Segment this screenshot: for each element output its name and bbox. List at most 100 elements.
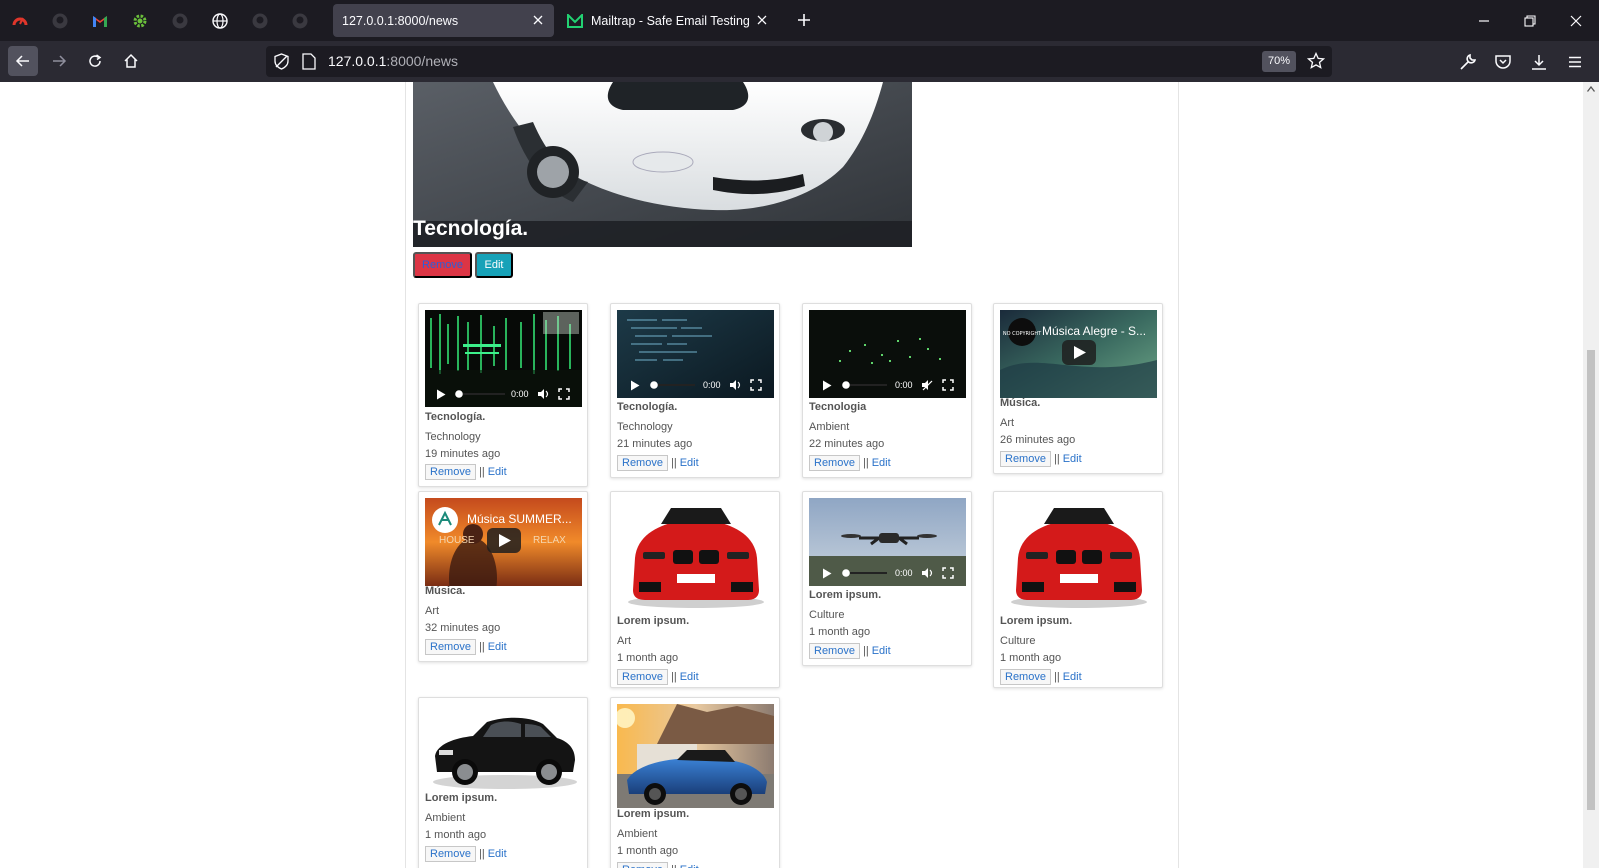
news-video[interactable]: 0:00 [425, 310, 582, 407]
card-title: Lorem ipsum. [617, 615, 690, 627]
close-icon[interactable] [530, 12, 546, 28]
progress-slider[interactable] [650, 381, 695, 389]
progress-slider[interactable] [842, 569, 887, 577]
pinned-tab-gmail[interactable] [80, 0, 120, 41]
content-border-right [1178, 82, 1179, 868]
youtube-title[interactable]: Música SUMMER... [467, 512, 572, 526]
mailtrap-logo-icon [567, 13, 583, 28]
play-icon[interactable] [822, 568, 832, 579]
news-card: 0:00 Tecnologia Ambient 22 minutes ago R… [802, 303, 972, 478]
news-image [617, 498, 774, 612]
url-text[interactable]: 127.0.0.1:8000/news [328, 53, 458, 69]
fullscreen-icon[interactable] [942, 379, 954, 391]
pinned-tab-github-4[interactable] [280, 0, 320, 41]
card-edit-link[interactable]: Edit [680, 671, 699, 683]
page-scrollbar[interactable] [1583, 82, 1599, 868]
minimize-button[interactable] [1461, 0, 1507, 41]
card-title: Tecnología. [617, 401, 678, 413]
video-controls: 0:00 [617, 372, 774, 398]
play-icon[interactable] [436, 389, 446, 400]
pocket-icon[interactable] [1492, 51, 1514, 73]
scrollbar-thumb[interactable] [1587, 350, 1595, 810]
fullscreen-icon[interactable] [558, 388, 570, 400]
scroll-up-icon[interactable] [1587, 86, 1595, 92]
tab-title: Mailtrap - Safe Email Testing [591, 13, 750, 28]
card-remove-button[interactable]: Remove [425, 639, 476, 655]
pinned-tab-settings[interactable] [120, 0, 160, 41]
play-icon[interactable] [822, 380, 832, 391]
reload-button[interactable] [80, 46, 110, 76]
card-remove-button[interactable]: Remove [809, 455, 860, 471]
news-video[interactable]: 0:00 [809, 310, 966, 398]
youtube-title[interactable]: Música Alegre - S... [1042, 324, 1146, 338]
youtube-embed[interactable]: Música SUMMER... HOUSE RELAX [425, 498, 582, 586]
card-actions: Remove || Edit [617, 455, 699, 471]
close-window-button[interactable] [1553, 0, 1599, 41]
plus-icon [798, 14, 810, 26]
card-remove-button[interactable]: Remove [617, 669, 668, 685]
video-time: 0:00 [703, 380, 721, 390]
menu-icon[interactable] [1564, 51, 1586, 73]
progress-slider[interactable] [455, 390, 505, 398]
volume-icon[interactable] [729, 379, 741, 391]
card-edit-link[interactable]: Edit [488, 466, 507, 478]
card-edit-link[interactable]: Edit [872, 645, 891, 657]
tab-mailtrap[interactable]: Mailtrap - Safe Email Testing [557, 4, 778, 37]
card-remove-button[interactable]: Remove [425, 846, 476, 862]
download-icon[interactable] [1528, 51, 1550, 73]
card-edit-link[interactable]: Edit [872, 457, 891, 469]
volume-icon[interactable] [921, 567, 933, 579]
card-edit-link[interactable]: Edit [1063, 671, 1082, 683]
bookmark-star-icon[interactable] [1307, 52, 1325, 70]
pinned-tab-github-1[interactable] [40, 0, 80, 41]
news-video[interactable]: 0:00 [617, 310, 774, 398]
pinned-tab-github-2[interactable] [160, 0, 200, 41]
pinned-tab-speedometer[interactable] [0, 0, 40, 41]
card-remove-button[interactable]: Remove [1000, 669, 1051, 685]
card-actions: Remove || Edit [425, 464, 507, 480]
card-remove-button[interactable]: Remove [809, 643, 860, 659]
zoom-indicator[interactable]: 70% [1261, 51, 1296, 72]
card-remove-button[interactable]: Remove [425, 464, 476, 480]
pinned-tab-globe[interactable] [200, 0, 240, 41]
fullscreen-icon[interactable] [750, 379, 762, 391]
card-edit-link[interactable]: Edit [1063, 453, 1082, 465]
card-edit-link[interactable]: Edit [680, 457, 699, 469]
pinned-tab-github-3[interactable] [240, 0, 280, 41]
news-card: Lorem ipsum. Art 1 month ago Remove || E… [610, 491, 780, 688]
tab-title: 127.0.0.1:8000/news [342, 13, 459, 28]
card-edit-link[interactable]: Edit [488, 848, 507, 860]
home-button[interactable] [116, 46, 146, 76]
fullscreen-icon[interactable] [942, 567, 954, 579]
video-controls: 0:00 [809, 372, 966, 398]
hero-remove-button[interactable]: Remove [413, 252, 472, 278]
volume-icon[interactable] [537, 388, 549, 400]
play-icon[interactable] [630, 380, 640, 391]
hero-edit-button[interactable]: Edit [475, 252, 513, 278]
close-icon[interactable] [754, 12, 770, 28]
wrench-icon[interactable] [1457, 51, 1479, 73]
card-remove-button[interactable]: Remove [617, 455, 668, 471]
card-remove-button[interactable]: Remove [1000, 451, 1051, 467]
restore-button[interactable] [1507, 0, 1553, 41]
progress-slider[interactable] [842, 381, 887, 389]
card-category: Art [617, 635, 632, 647]
address-bar[interactable]: 127.0.0.1:8000/news 70% [266, 46, 1332, 77]
youtube-embed[interactable]: NO COPYRIGHT Música Alegre - S... [1000, 310, 1157, 398]
mute-icon[interactable] [921, 379, 933, 391]
tracking-protection-icon[interactable] [273, 53, 290, 70]
card-edit-link[interactable]: Edit [488, 641, 507, 653]
minimize-icon [1479, 19, 1489, 22]
card-category: Art [425, 605, 440, 617]
news-video[interactable]: 0:00 [809, 498, 966, 586]
card-edit-link[interactable]: Edit [680, 864, 699, 868]
navigation-toolbar: 127.0.0.1:8000/news 70% [0, 41, 1599, 82]
tab-news[interactable]: 127.0.0.1:8000/news [333, 4, 554, 37]
card-remove-button[interactable]: Remove [617, 862, 668, 868]
forward-button[interactable] [44, 46, 74, 76]
new-tab-button[interactable] [792, 8, 816, 32]
back-button[interactable] [8, 46, 38, 76]
page-icon[interactable] [302, 53, 316, 70]
close-icon [1570, 15, 1582, 26]
card-actions: Remove || Edit [617, 862, 699, 868]
